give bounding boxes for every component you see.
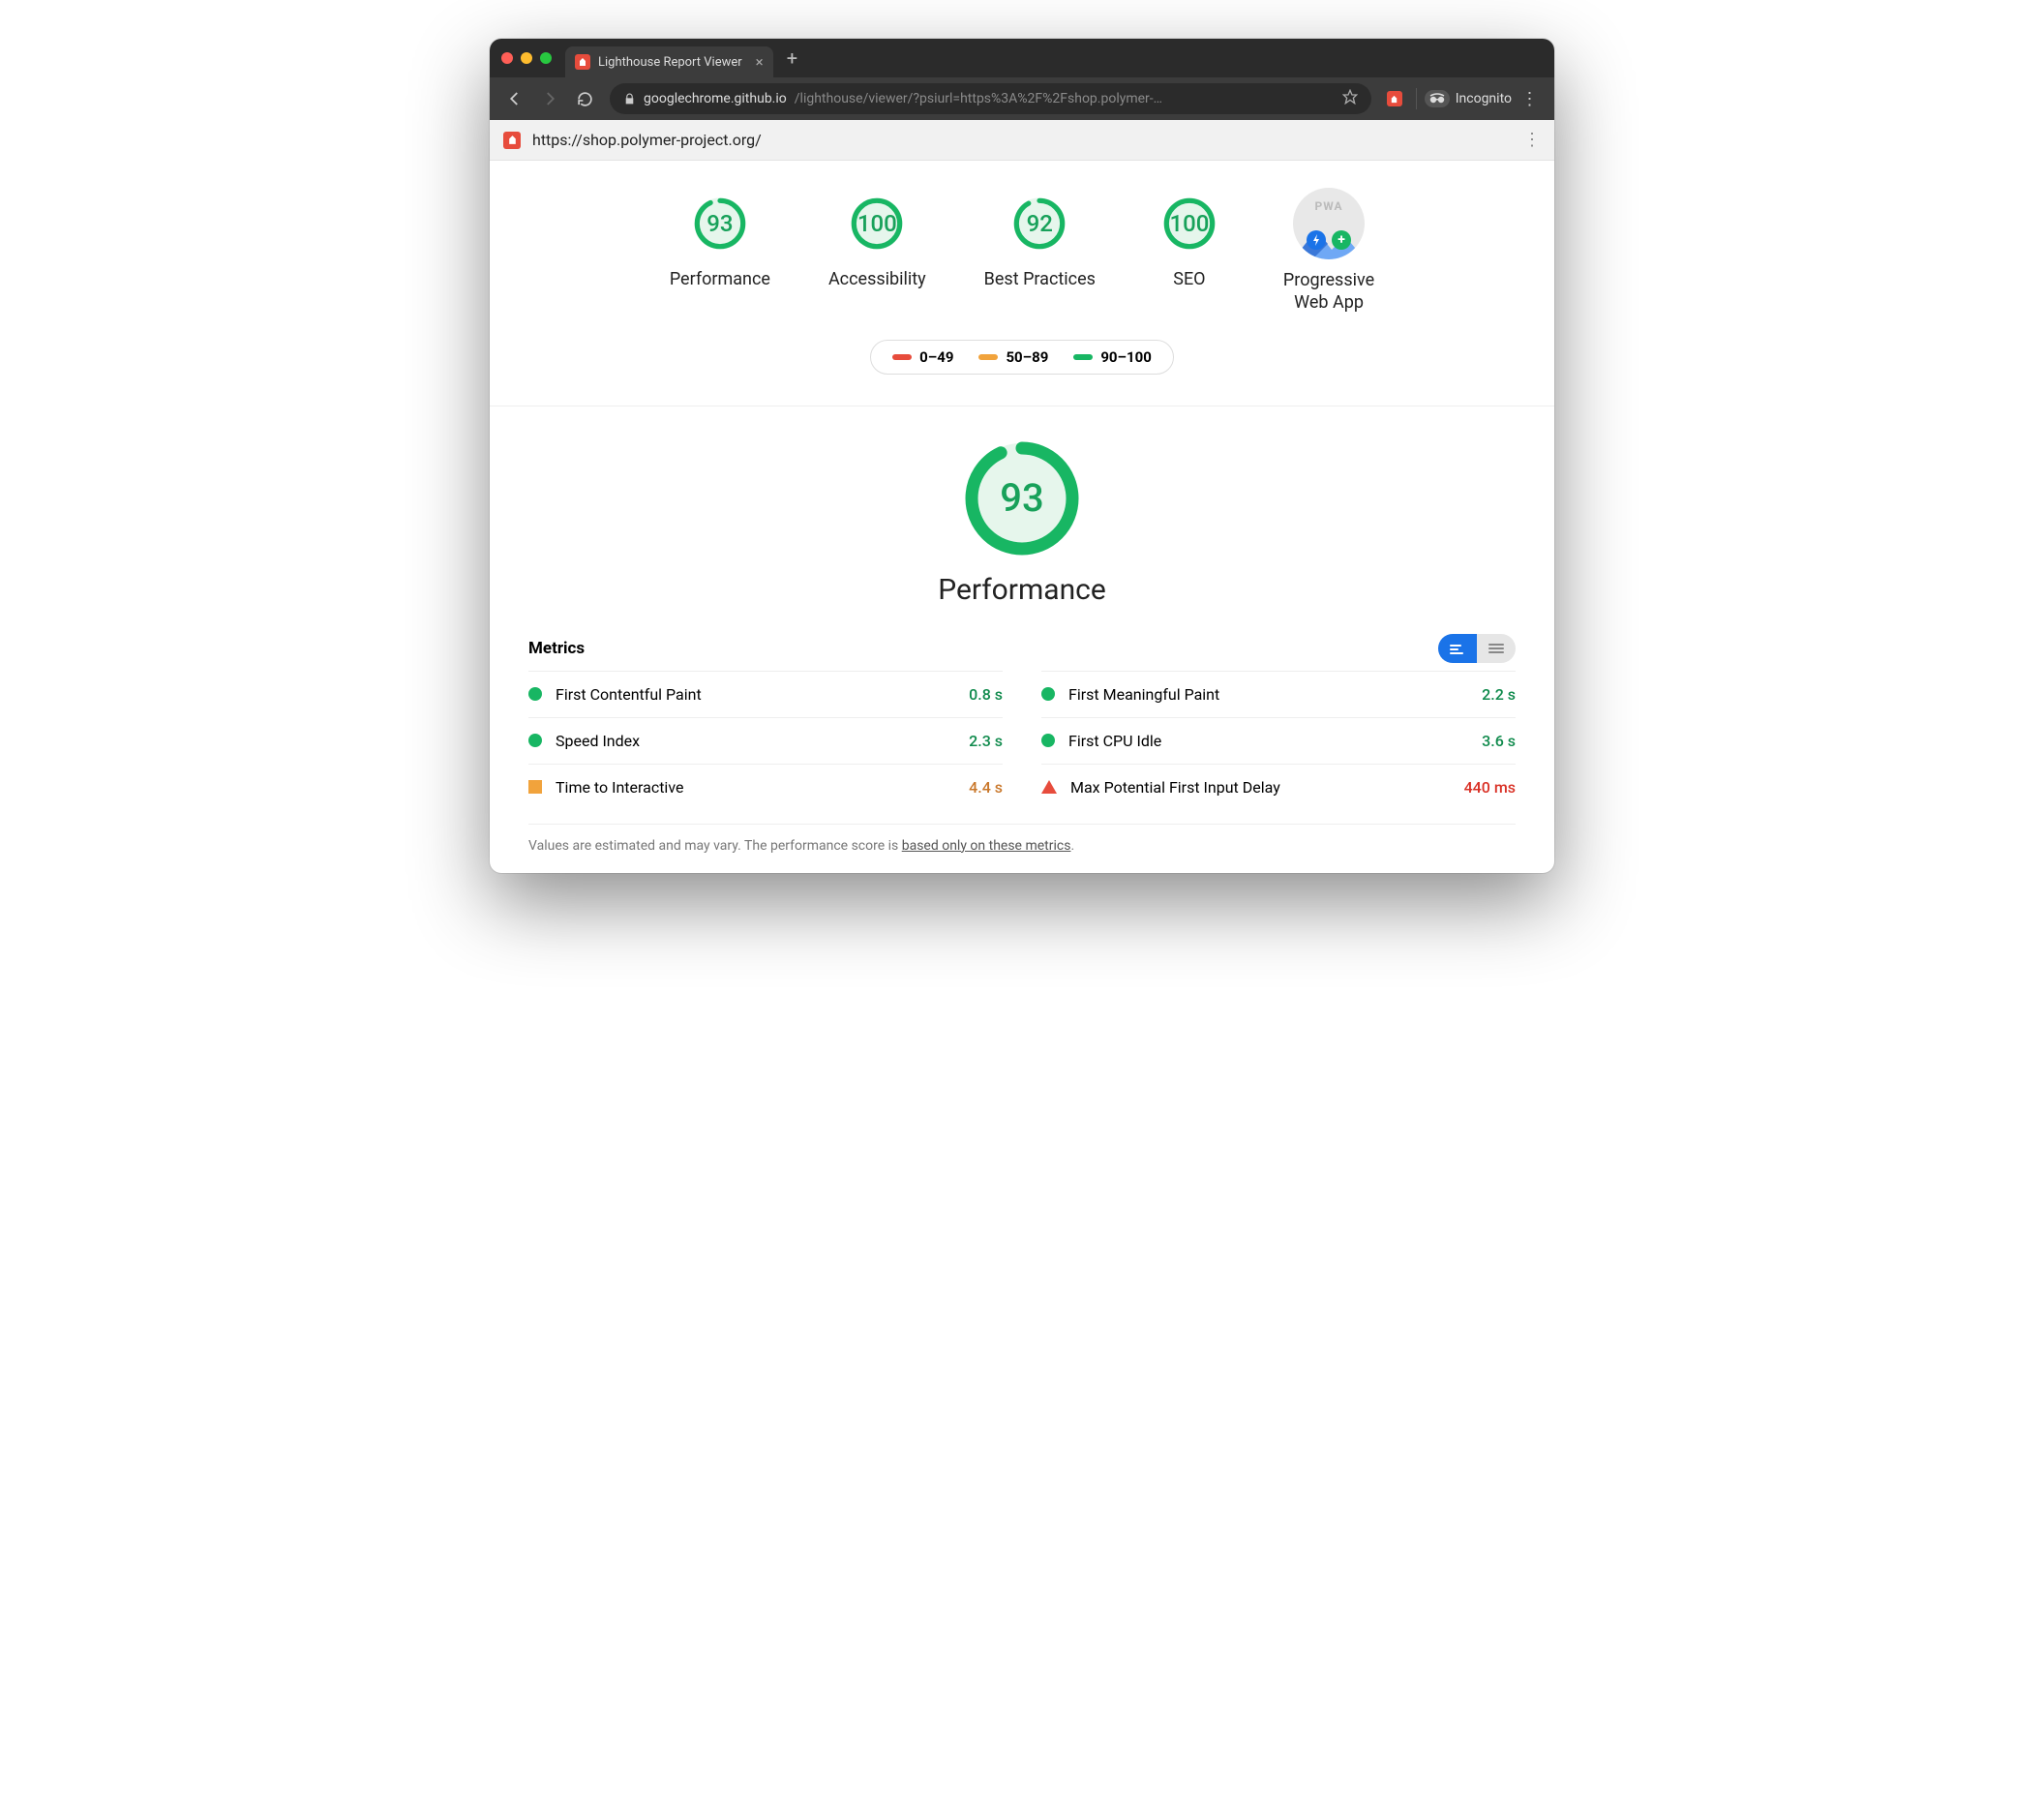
minimize-window-button[interactable]: [521, 52, 532, 64]
browser-menu-button[interactable]: ⋮: [1516, 89, 1545, 109]
category-performance: 93 Performance Metrics First Contentful …: [490, 406, 1554, 873]
lighthouse-favicon-icon: [575, 54, 590, 70]
metrics-heading: Metrics: [528, 639, 585, 658]
footnote-link[interactable]: based only on these metrics: [902, 838, 1071, 854]
url-host: googlechrome.github.io: [644, 91, 787, 106]
browser-window: Lighthouse Report Viewer × + googlechrom…: [490, 39, 1554, 873]
close-tab-icon[interactable]: ×: [756, 53, 764, 71]
back-button[interactable]: [499, 83, 530, 114]
score-legend: 0–49 50–89 90–100: [870, 340, 1174, 375]
lock-icon: [623, 93, 636, 105]
metric-time-to-interactive: Time to Interactive4.4 s: [528, 764, 1003, 810]
gauge-seo[interactable]: 100SEO: [1154, 188, 1225, 289]
view-detailed-button[interactable]: [1477, 634, 1516, 663]
gauge-performance[interactable]: 93Performance: [670, 188, 770, 289]
window-controls: [501, 52, 552, 64]
lighthouse-logo-icon: [503, 132, 521, 149]
extension-lighthouse-icon[interactable]: [1387, 91, 1402, 106]
window-titlebar: Lighthouse Report Viewer × +: [490, 39, 1554, 77]
legend-pass: 90–100: [1073, 348, 1152, 366]
new-tab-button[interactable]: +: [787, 46, 797, 70]
url-path: /lighthouse/viewer/?psiurl=https%3A%2F%2…: [795, 91, 1162, 106]
maximize-window-button[interactable]: [540, 52, 552, 64]
report-target-url: https://shop.polymer-project.org/: [532, 131, 762, 149]
tab-title: Lighthouse Report Viewer: [598, 55, 742, 70]
gauge-pwa[interactable]: PWA + Progressive Web App: [1283, 188, 1374, 315]
category-title: Performance: [938, 573, 1106, 607]
forward-button[interactable]: [534, 83, 565, 114]
incognito-label: Incognito: [1456, 91, 1512, 106]
incognito-indicator: Incognito: [1416, 88, 1512, 109]
metric-first-contentful-paint: First Contentful Paint0.8 s: [528, 671, 1003, 717]
legend-fail: 0–49: [892, 348, 953, 366]
gauge-accessibility[interactable]: 100Accessibility: [828, 188, 926, 289]
bookmark-star-icon[interactable]: [1342, 89, 1358, 108]
metric-speed-index: Speed Index2.3 s: [528, 717, 1003, 764]
browser-toolbar: googlechrome.github.io/lighthouse/viewer…: [490, 77, 1554, 120]
view-compact-button[interactable]: [1438, 634, 1477, 663]
incognito-icon: [1425, 90, 1450, 107]
legend-average: 50–89: [978, 348, 1048, 366]
metric-first-meaningful-paint: First Meaningful Paint2.2 s: [1041, 671, 1516, 717]
metric-first-cpu-idle: First CPU Idle3.6 s: [1041, 717, 1516, 764]
score-summary: 93Performance 100Accessibility 92Best Pr…: [490, 161, 1554, 384]
reload-button[interactable]: [569, 83, 600, 114]
browser-tab[interactable]: Lighthouse Report Viewer ×: [565, 46, 773, 77]
report-menu-button[interactable]: ⋮: [1523, 130, 1541, 150]
report-toolbar: https://shop.polymer-project.org/ ⋮: [490, 120, 1554, 161]
metrics-footnote: Values are estimated and may vary. The p…: [528, 824, 1516, 854]
metric-max-potential-first-input-delay: Max Potential First Input Delay440 ms: [1041, 764, 1516, 810]
address-bar[interactable]: googlechrome.github.io/lighthouse/viewer…: [610, 83, 1371, 114]
gauge-best-practices[interactable]: 92Best Practices: [984, 188, 1096, 289]
close-window-button[interactable]: [501, 52, 513, 64]
metrics-view-toggle[interactable]: [1438, 634, 1516, 663]
category-gauge: 93 Performance: [528, 436, 1516, 607]
